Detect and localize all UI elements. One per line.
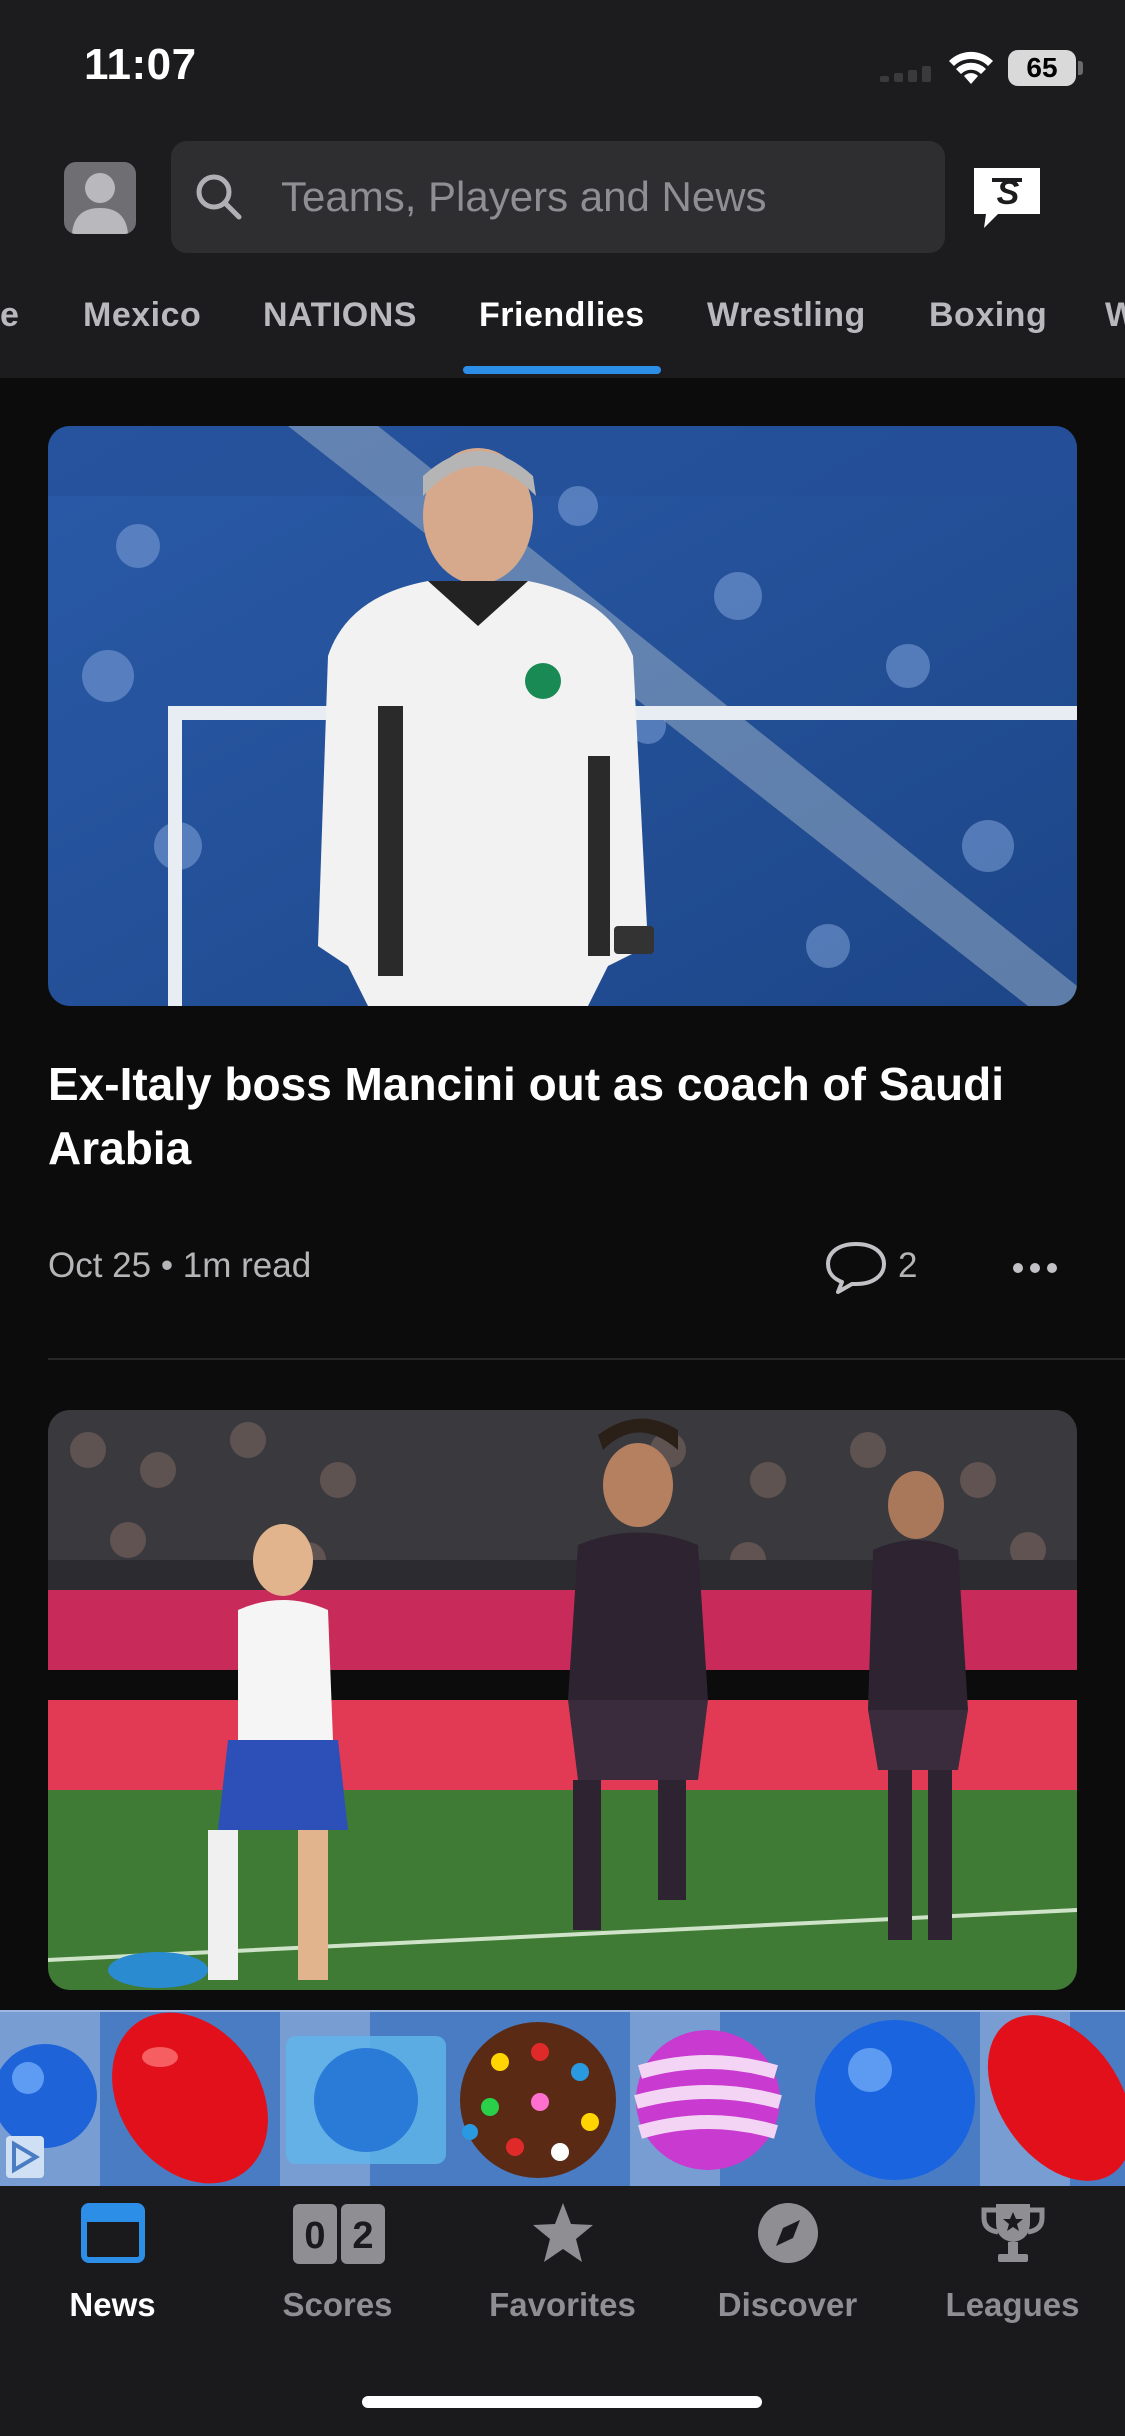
nav-news[interactable]: News: [0, 2186, 225, 2396]
article-divider: [48, 1358, 1125, 1360]
tab-boxing[interactable]: Boxing: [929, 296, 1047, 335]
tab-friendlies[interactable]: Friendlies: [479, 296, 645, 335]
nav-leagues-label: Leagues: [945, 2286, 1080, 2323]
score-right: 2: [352, 2215, 373, 2257]
star-icon: [533, 2203, 593, 2262]
compass-icon: [758, 2203, 818, 2263]
tab-mexico[interactable]: Mexico: [83, 296, 201, 335]
profile-avatar[interactable]: [64, 162, 136, 234]
nav-favorites[interactable]: Favorites: [450, 2186, 675, 2396]
ad-choices-icon[interactable]: [6, 2136, 44, 2178]
cellular-signal-icon: [880, 66, 940, 82]
nav-scores[interactable]: 0 2 Scores: [225, 2186, 450, 2396]
tab-wrestling[interactable]: Wrestling: [707, 296, 866, 335]
tab-partial-right[interactable]: W: [1105, 296, 1125, 335]
article-image[interactable]: [48, 1410, 1077, 1990]
chat-logo-icon[interactable]: S: [970, 166, 1044, 230]
tab-partial-left[interactable]: e: [0, 296, 19, 335]
search-input[interactable]: [281, 141, 921, 253]
article-image[interactable]: [48, 426, 1077, 1006]
comment-count[interactable]: 2: [898, 1246, 917, 1286]
article-meta: Oct 25 • 1m read: [48, 1246, 312, 1285]
nav-news-label: News: [69, 2286, 156, 2323]
news-icon: [81, 2203, 145, 2263]
wifi-icon: [949, 51, 993, 84]
candy-ad-image: [0, 2012, 1125, 2186]
active-tab-indicator: [463, 366, 661, 374]
search-icon: [196, 174, 242, 220]
nav-leagues[interactable]: Leagues: [900, 2186, 1125, 2396]
person-icon: [72, 173, 128, 234]
battery-nub: [1078, 61, 1083, 75]
trophy-icon: [981, 2204, 1045, 2262]
nav-scores-label: Scores: [282, 2286, 393, 2323]
search-bar[interactable]: [171, 141, 945, 253]
nav-favorites-label: Favorites: [489, 2286, 636, 2323]
scores-icon: 0 2: [293, 2204, 385, 2264]
score-left: 0: [304, 2215, 325, 2257]
article-headline[interactable]: Ex-Italy boss Mancini out as coach of Sa…: [48, 1052, 1078, 1180]
home-indicator[interactable]: [362, 2396, 762, 2408]
comment-icon[interactable]: [824, 1240, 888, 1294]
status-time: 11:07: [84, 40, 197, 89]
ad-banner[interactable]: [0, 2010, 1125, 2188]
nav-discover[interactable]: Discover: [675, 2186, 900, 2396]
nav-discover-label: Discover: [717, 2286, 858, 2323]
tab-nations[interactable]: NATIONS: [263, 296, 417, 335]
more-options-icon[interactable]: [1010, 1256, 1060, 1280]
battery-indicator: 65: [1008, 50, 1076, 86]
